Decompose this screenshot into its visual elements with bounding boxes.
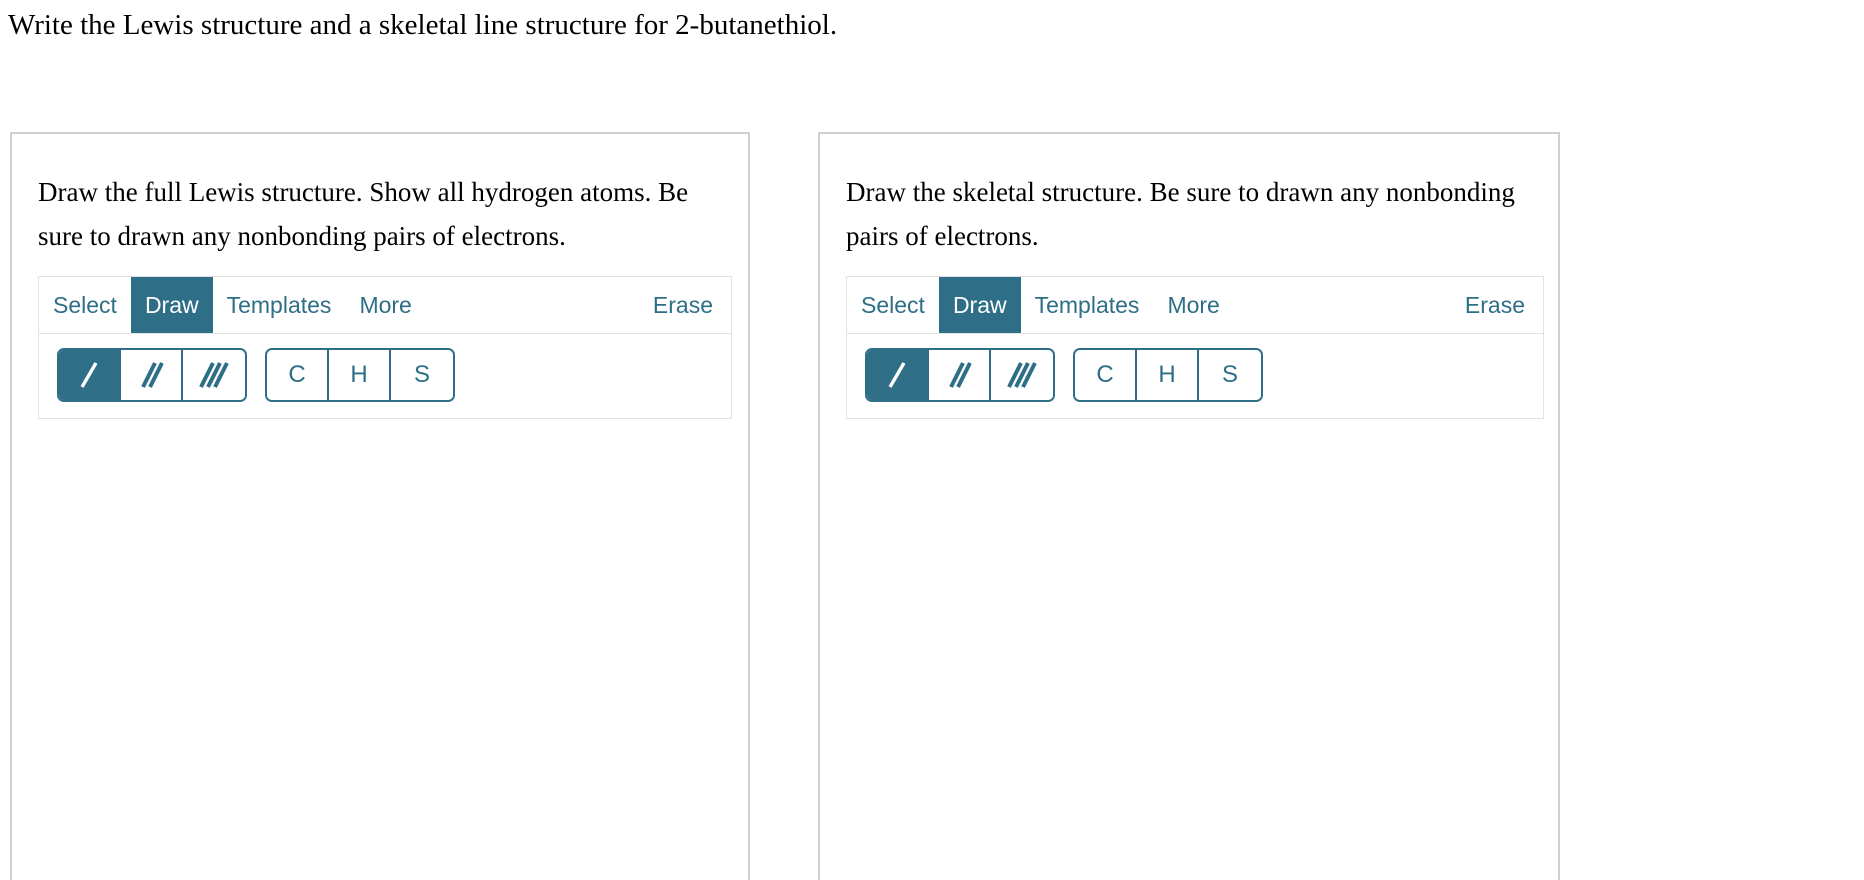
triple-bond-button[interactable]	[991, 350, 1053, 400]
element-button-group: C H S	[265, 348, 455, 402]
tab-more[interactable]: More	[1153, 277, 1233, 333]
tab-draw[interactable]: Draw	[130, 277, 213, 333]
double-bond-icon	[141, 362, 164, 388]
skeletal-structure-panel: Draw the skeletal structure. Be sure to …	[818, 132, 1560, 880]
element-button-s[interactable]: S	[391, 350, 453, 400]
skeletal-molecule-editor: Select Draw Templates More Erase C H S	[846, 276, 1544, 719]
tab-select[interactable]: Select	[39, 277, 131, 333]
single-bond-button[interactable]	[59, 350, 121, 400]
question-prompt: Write the Lewis structure and a skeletal…	[8, 9, 838, 41]
tab-draw[interactable]: Draw	[938, 277, 1021, 333]
element-button-h[interactable]: H	[329, 350, 391, 400]
element-button-c[interactable]: C	[267, 350, 329, 400]
lewis-editor-toolbar: Select Draw Templates More Erase	[38, 276, 732, 334]
element-button-c[interactable]: C	[1075, 350, 1137, 400]
triple-bond-button[interactable]	[183, 350, 245, 400]
tab-templates[interactable]: Templates	[1021, 277, 1154, 333]
lewis-instructions: Draw the full Lewis structure. Show all …	[38, 177, 689, 251]
tab-templates[interactable]: Templates	[213, 277, 346, 333]
skeletal-tab-group: Select Draw Templates More	[847, 277, 1234, 333]
lewis-drawing-canvas[interactable]	[38, 419, 732, 719]
element-button-h[interactable]: H	[1137, 350, 1199, 400]
double-bond-button[interactable]	[121, 350, 183, 400]
triple-bond-icon	[1007, 362, 1037, 388]
erase-button[interactable]: Erase	[639, 277, 731, 333]
lewis-structure-panel: Draw the full Lewis structure. Show all …	[10, 132, 750, 880]
bond-tool-group	[57, 348, 247, 402]
double-bond-icon	[949, 362, 972, 388]
lewis-tab-group: Select Draw Templates More	[39, 277, 426, 333]
lewis-molecule-editor: Select Draw Templates More Erase C H S	[38, 276, 732, 719]
single-bond-icon	[80, 362, 98, 388]
element-button-s[interactable]: S	[1199, 350, 1261, 400]
skeletal-drawing-canvas[interactable]	[846, 419, 1544, 719]
double-bond-button[interactable]	[929, 350, 991, 400]
skeletal-editor-toolbar: Select Draw Templates More Erase	[846, 276, 1544, 334]
single-bond-button[interactable]	[867, 350, 929, 400]
erase-button[interactable]: Erase	[1451, 277, 1543, 333]
skeletal-instructions: Draw the skeletal structure. Be sure to …	[846, 177, 1515, 251]
skeletal-tool-strip: C H S	[846, 334, 1544, 419]
lewis-tool-strip: C H S	[38, 334, 732, 419]
bond-tool-group	[865, 348, 1055, 402]
triple-bond-icon	[199, 362, 229, 388]
single-bond-icon	[888, 362, 906, 388]
tab-select[interactable]: Select	[847, 277, 939, 333]
tab-more[interactable]: More	[345, 277, 425, 333]
element-button-group: C H S	[1073, 348, 1263, 402]
